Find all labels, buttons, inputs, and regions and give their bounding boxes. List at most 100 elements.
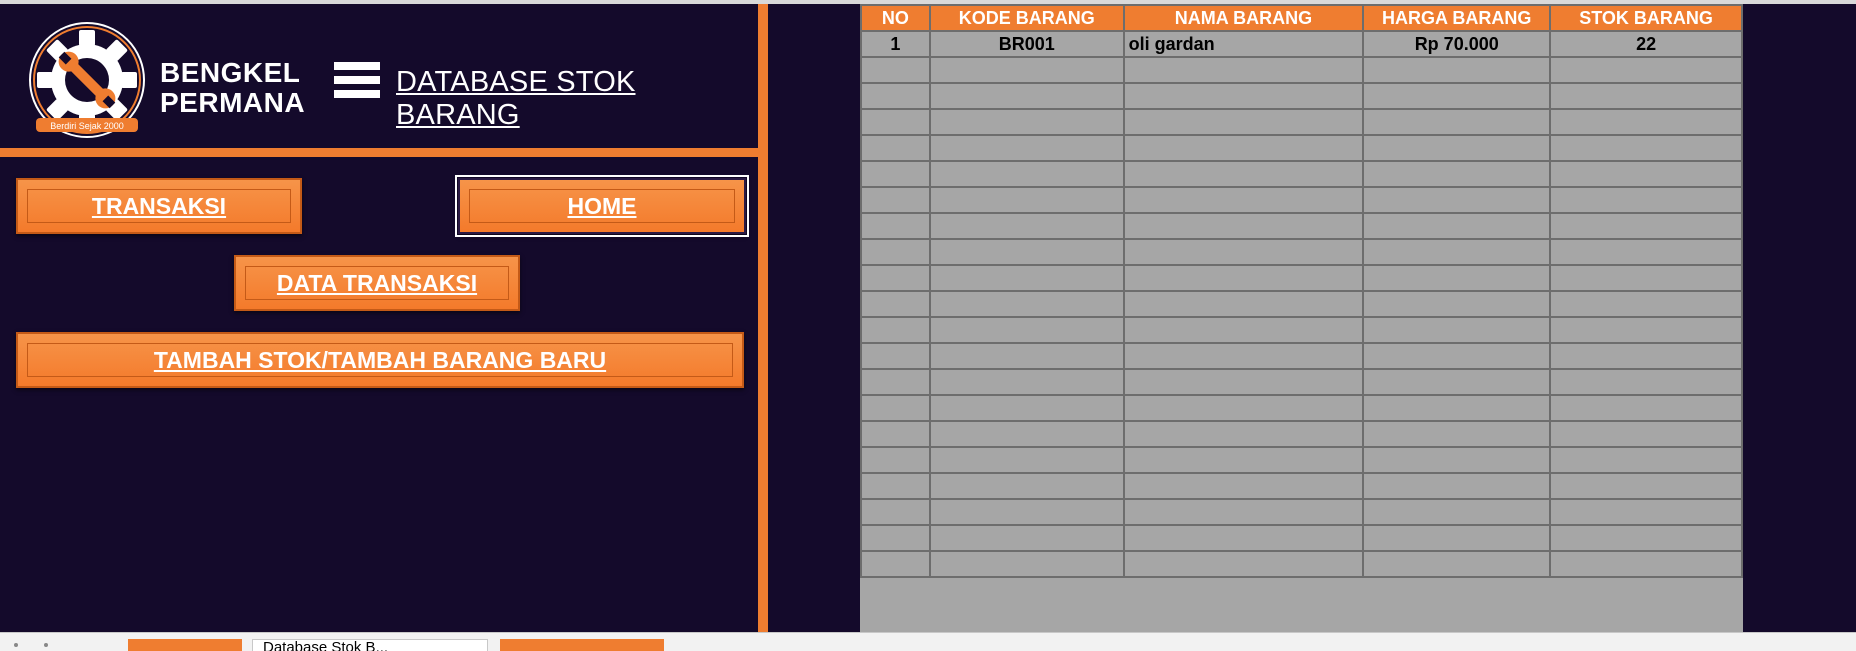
cell-harga-barang[interactable]: Rp 70.000 [1362, 30, 1552, 58]
empty-cell[interactable] [1362, 108, 1552, 136]
empty-cell[interactable] [1122, 238, 1365, 266]
empty-cell[interactable] [928, 212, 1125, 240]
empty-cell[interactable] [1122, 108, 1365, 136]
empty-cell[interactable] [1362, 82, 1552, 110]
empty-cell[interactable] [1362, 420, 1552, 448]
empty-cell[interactable] [1549, 342, 1743, 370]
empty-cell[interactable] [1549, 290, 1743, 318]
home-button[interactable]: HOME [455, 175, 749, 237]
empty-cell[interactable] [1362, 212, 1552, 240]
empty-cell[interactable] [1549, 56, 1743, 84]
empty-cell[interactable] [1549, 368, 1743, 396]
empty-cell[interactable] [928, 368, 1125, 396]
empty-cell[interactable] [860, 290, 931, 318]
empty-cell[interactable] [1122, 368, 1365, 396]
empty-cell[interactable] [928, 238, 1125, 266]
empty-cell[interactable] [860, 212, 931, 240]
col-header-nama-barang[interactable]: NAMA BARANG [1122, 4, 1365, 32]
empty-cell[interactable] [1549, 212, 1743, 240]
empty-cell[interactable] [1549, 82, 1743, 110]
empty-cell[interactable] [860, 264, 931, 292]
empty-cell[interactable] [1362, 160, 1552, 188]
empty-cell[interactable] [1362, 550, 1552, 578]
empty-cell[interactable] [1549, 134, 1743, 162]
sheet-tab[interactable] [500, 639, 664, 651]
empty-cell[interactable] [1122, 420, 1365, 448]
cell-stok-barang[interactable]: 22 [1549, 30, 1743, 58]
empty-cell[interactable] [1362, 342, 1552, 370]
empty-cell[interactable] [1549, 394, 1743, 422]
empty-cell[interactable] [1549, 420, 1743, 448]
empty-cell[interactable] [928, 498, 1125, 526]
empty-cell[interactable] [1122, 342, 1365, 370]
col-header-harga-barang[interactable]: HARGA BARANG [1362, 4, 1552, 32]
empty-cell[interactable] [1362, 238, 1552, 266]
empty-cell[interactable] [1549, 446, 1743, 474]
empty-cell[interactable] [1122, 446, 1365, 474]
empty-cell[interactable] [1549, 498, 1743, 526]
empty-cell[interactable] [1122, 212, 1365, 240]
empty-cell[interactable] [928, 108, 1125, 136]
empty-cell[interactable] [1549, 186, 1743, 214]
empty-cell[interactable] [1362, 446, 1552, 474]
empty-cell[interactable] [860, 134, 931, 162]
empty-cell[interactable] [860, 368, 931, 396]
empty-cell[interactable] [928, 316, 1125, 344]
empty-cell[interactable] [928, 524, 1125, 552]
cell-kode-barang[interactable]: BR001 [928, 30, 1125, 58]
empty-cell[interactable] [1122, 134, 1365, 162]
empty-cell[interactable] [1549, 160, 1743, 188]
empty-cell[interactable] [1122, 264, 1365, 292]
empty-cell[interactable] [1362, 472, 1552, 500]
empty-cell[interactable] [928, 290, 1125, 318]
empty-cell[interactable] [928, 394, 1125, 422]
empty-cell[interactable] [928, 446, 1125, 474]
empty-cell[interactable] [860, 316, 931, 344]
empty-cell[interactable] [1549, 550, 1743, 578]
empty-cell[interactable] [1549, 238, 1743, 266]
empty-cell[interactable] [860, 550, 931, 578]
empty-cell[interactable] [928, 550, 1125, 578]
empty-cell[interactable] [1122, 394, 1365, 422]
empty-cell[interactable] [928, 342, 1125, 370]
empty-cell[interactable] [1122, 290, 1365, 318]
empty-cell[interactable] [1122, 472, 1365, 500]
empty-cell[interactable] [1122, 160, 1365, 188]
empty-cell[interactable] [1549, 264, 1743, 292]
empty-cell[interactable] [1122, 550, 1365, 578]
sheet-tab-active[interactable]: Database Stok B... [252, 639, 488, 651]
empty-cell[interactable] [1122, 316, 1365, 344]
menu-icon[interactable] [334, 62, 380, 106]
col-header-no[interactable]: NO [860, 4, 931, 32]
empty-cell[interactable] [1362, 264, 1552, 292]
empty-cell[interactable] [860, 524, 931, 552]
empty-cell[interactable] [860, 420, 931, 448]
transaksi-button[interactable]: TRANSAKSI [16, 178, 302, 234]
empty-cell[interactable] [1549, 316, 1743, 344]
col-header-kode-barang[interactable]: KODE BARANG [928, 4, 1125, 32]
empty-cell[interactable] [928, 82, 1125, 110]
empty-cell[interactable] [1122, 524, 1365, 552]
empty-cell[interactable] [860, 56, 931, 84]
empty-cell[interactable] [1362, 394, 1552, 422]
empty-cell[interactable] [1122, 498, 1365, 526]
empty-cell[interactable] [1362, 56, 1552, 84]
empty-cell[interactable] [860, 108, 931, 136]
sheet-tab[interactable] [128, 639, 242, 651]
cell-no[interactable]: 1 [860, 30, 931, 58]
empty-cell[interactable] [928, 420, 1125, 448]
empty-cell[interactable] [860, 394, 931, 422]
empty-cell[interactable] [860, 82, 931, 110]
empty-cell[interactable] [928, 56, 1125, 84]
empty-cell[interactable] [928, 186, 1125, 214]
empty-cell[interactable] [1362, 186, 1552, 214]
empty-cell[interactable] [1549, 108, 1743, 136]
empty-cell[interactable] [1549, 472, 1743, 500]
empty-cell[interactable] [1362, 316, 1552, 344]
empty-cell[interactable] [1362, 290, 1552, 318]
empty-cell[interactable] [928, 472, 1125, 500]
empty-cell[interactable] [860, 160, 931, 188]
tambah-stok-button[interactable]: TAMBAH STOK/TAMBAH BARANG BARU [16, 332, 744, 388]
empty-cell[interactable] [928, 134, 1125, 162]
empty-cell[interactable] [1362, 134, 1552, 162]
